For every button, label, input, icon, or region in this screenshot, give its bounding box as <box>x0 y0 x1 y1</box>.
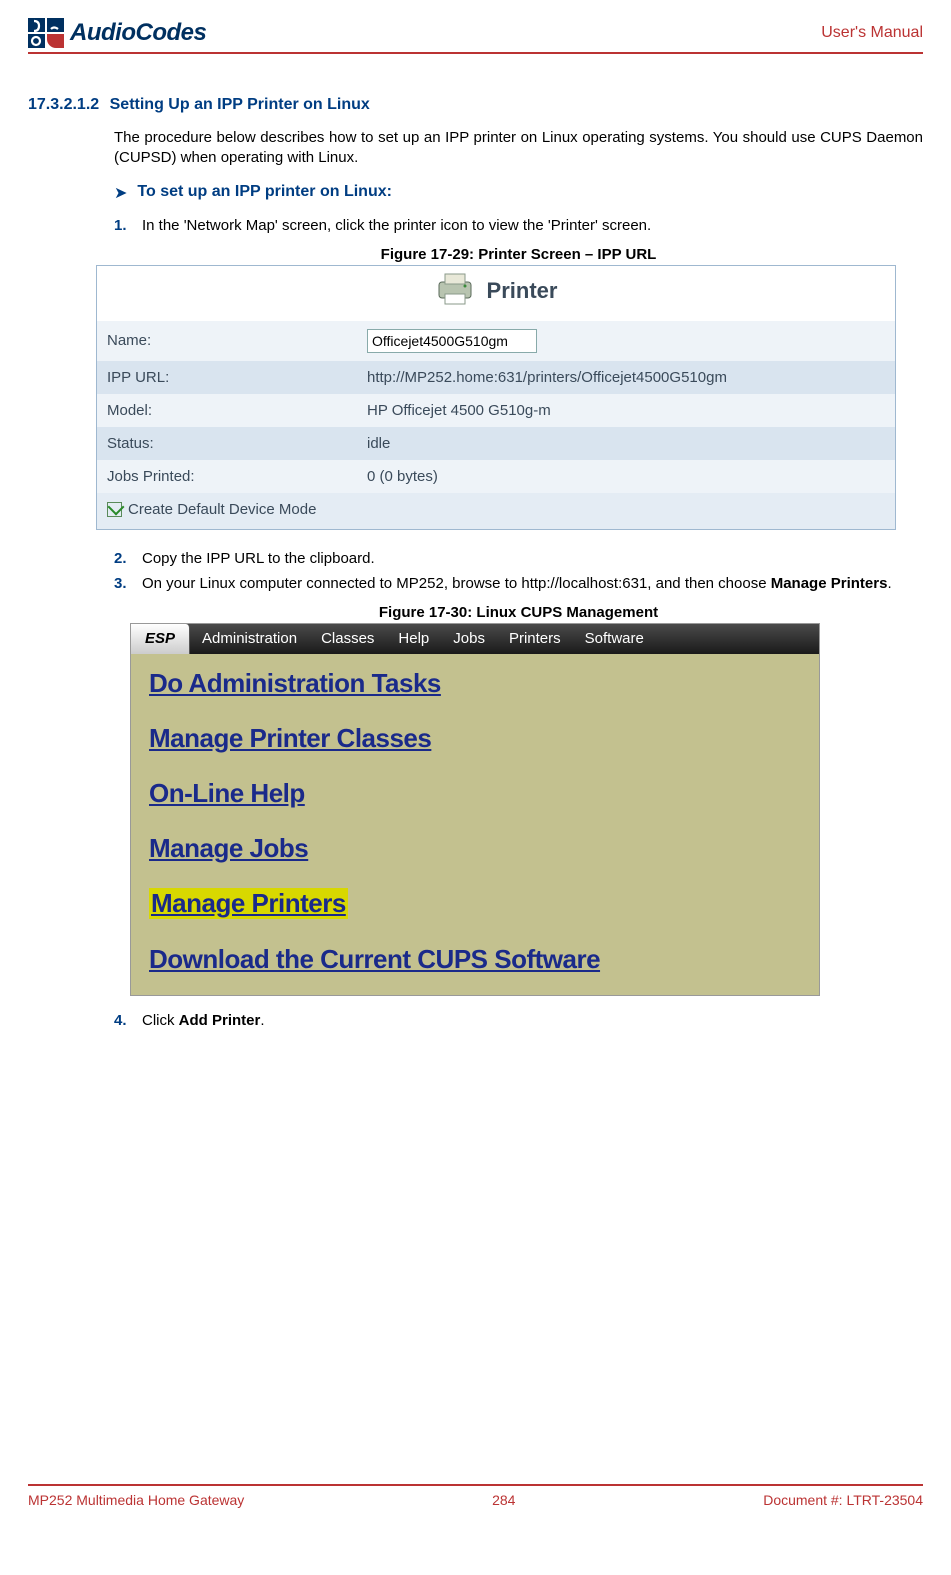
step-text: Click Add Printer. <box>142 1010 265 1031</box>
row-status: Status: idle <box>97 427 895 460</box>
printer-title-row: Printer <box>97 266 895 321</box>
cups-body: Do Administration Tasks Manage Printer C… <box>131 654 819 987</box>
link-manage-printers[interactable]: Manage Printers <box>149 888 348 919</box>
create-default-checkbox[interactable]: Create Default Device Mode <box>107 501 316 518</box>
name-label: Name: <box>97 321 357 361</box>
row-model: Model: HP Officejet 4500 G510g-m <box>97 394 895 427</box>
nav-classes[interactable]: Classes <box>309 630 386 647</box>
footer-right: Document #: LTRT-23504 <box>763 1492 923 1508</box>
checkmark-icon <box>107 502 122 517</box>
jobs-label: Jobs Printed: <box>97 460 357 493</box>
ipp-label: IPP URL: <box>97 361 357 394</box>
section-title: Setting Up an IPP Printer on Linux <box>110 96 370 113</box>
figure-caption-30: Figure 17-30: Linux CUPS Management <box>114 604 923 621</box>
cups-screen-figure: ESP Administration Classes Help Jobs Pri… <box>130 623 820 996</box>
link-do-admin[interactable]: Do Administration Tasks <box>149 668 801 699</box>
status-value: idle <box>357 427 895 460</box>
section-heading: 17.3.2.1.2 Setting Up an IPP Printer on … <box>28 96 923 114</box>
jobs-value: 0 (0 bytes) <box>357 460 895 493</box>
step-number: 1. <box>114 215 142 236</box>
model-value: HP Officejet 4500 G510g-m <box>357 394 895 427</box>
row-ipp: IPP URL: http://MP252.home:631/printers/… <box>97 361 895 394</box>
step-text: In the 'Network Map' screen, click the p… <box>142 215 651 236</box>
step-3: 3. On your Linux computer connected to M… <box>114 573 923 594</box>
nav-administration[interactable]: Administration <box>190 630 309 647</box>
link-manage-classes[interactable]: Manage Printer Classes <box>149 723 801 754</box>
audiocodes-logo-icon <box>28 18 64 48</box>
printer-table: Name: IPP URL: http://MP252.home:631/pri… <box>97 321 895 529</box>
link-online-help[interactable]: On-Line Help <box>149 778 801 809</box>
figure-caption-29: Figure 17-29: Printer Screen – IPP URL <box>114 246 923 263</box>
step-text: Copy the IPP URL to the clipboard. <box>142 548 375 569</box>
printer-icon <box>435 272 475 311</box>
checkbox-label: Create Default Device Mode <box>128 501 316 518</box>
row-checkbox: Create Default Device Mode <box>97 493 895 529</box>
printer-title: Printer <box>487 278 558 304</box>
nav-software[interactable]: Software <box>573 630 656 647</box>
printer-screen-figure: Printer Name: IPP URL: http://MP252.home… <box>96 265 896 530</box>
logo: AudioCodes <box>28 18 206 48</box>
step-1: 1. In the 'Network Map' screen, click th… <box>114 215 923 236</box>
link-manage-jobs[interactable]: Manage Jobs <box>149 833 801 864</box>
nav-jobs[interactable]: Jobs <box>441 630 497 647</box>
link-download-cups[interactable]: Download the Current CUPS Software <box>149 943 801 977</box>
step-text: On your Linux computer connected to MP25… <box>142 573 892 594</box>
nav-printers[interactable]: Printers <box>497 630 573 647</box>
esp-tab[interactable]: ESP <box>131 624 190 654</box>
step-2: 2. Copy the IPP URL to the clipboard. <box>114 548 923 569</box>
procedure-title: To set up an IPP printer on Linux: <box>137 183 392 201</box>
intro-paragraph: The procedure below describes how to set… <box>114 128 923 169</box>
logo-text: AudioCodes <box>70 19 206 47</box>
step-number: 3. <box>114 573 142 594</box>
footer-page-number: 284 <box>492 1492 515 1508</box>
section-number: 17.3.2.1.2 <box>28 96 99 113</box>
status-label: Status: <box>97 427 357 460</box>
nav-help[interactable]: Help <box>386 630 441 647</box>
cups-nav: ESP Administration Classes Help Jobs Pri… <box>131 624 819 654</box>
arrow-icon: ➤ <box>114 183 127 205</box>
page-footer: MP252 Multimedia Home Gateway 284 Docume… <box>28 1484 923 1508</box>
step-number: 2. <box>114 548 142 569</box>
footer-left: MP252 Multimedia Home Gateway <box>28 1492 244 1508</box>
procedure-heading: ➤ To set up an IPP printer on Linux: <box>114 183 923 205</box>
name-input[interactable] <box>367 329 537 353</box>
model-label: Model: <box>97 394 357 427</box>
step-number: 4. <box>114 1010 142 1031</box>
step-4: 4. Click Add Printer. <box>114 1010 923 1031</box>
manual-label: User's Manual <box>821 18 923 42</box>
ipp-value: http://MP252.home:631/printers/Officejet… <box>357 361 895 394</box>
row-jobs: Jobs Printed: 0 (0 bytes) <box>97 460 895 493</box>
row-name: Name: <box>97 321 895 361</box>
page-header: AudioCodes User's Manual <box>28 18 923 54</box>
